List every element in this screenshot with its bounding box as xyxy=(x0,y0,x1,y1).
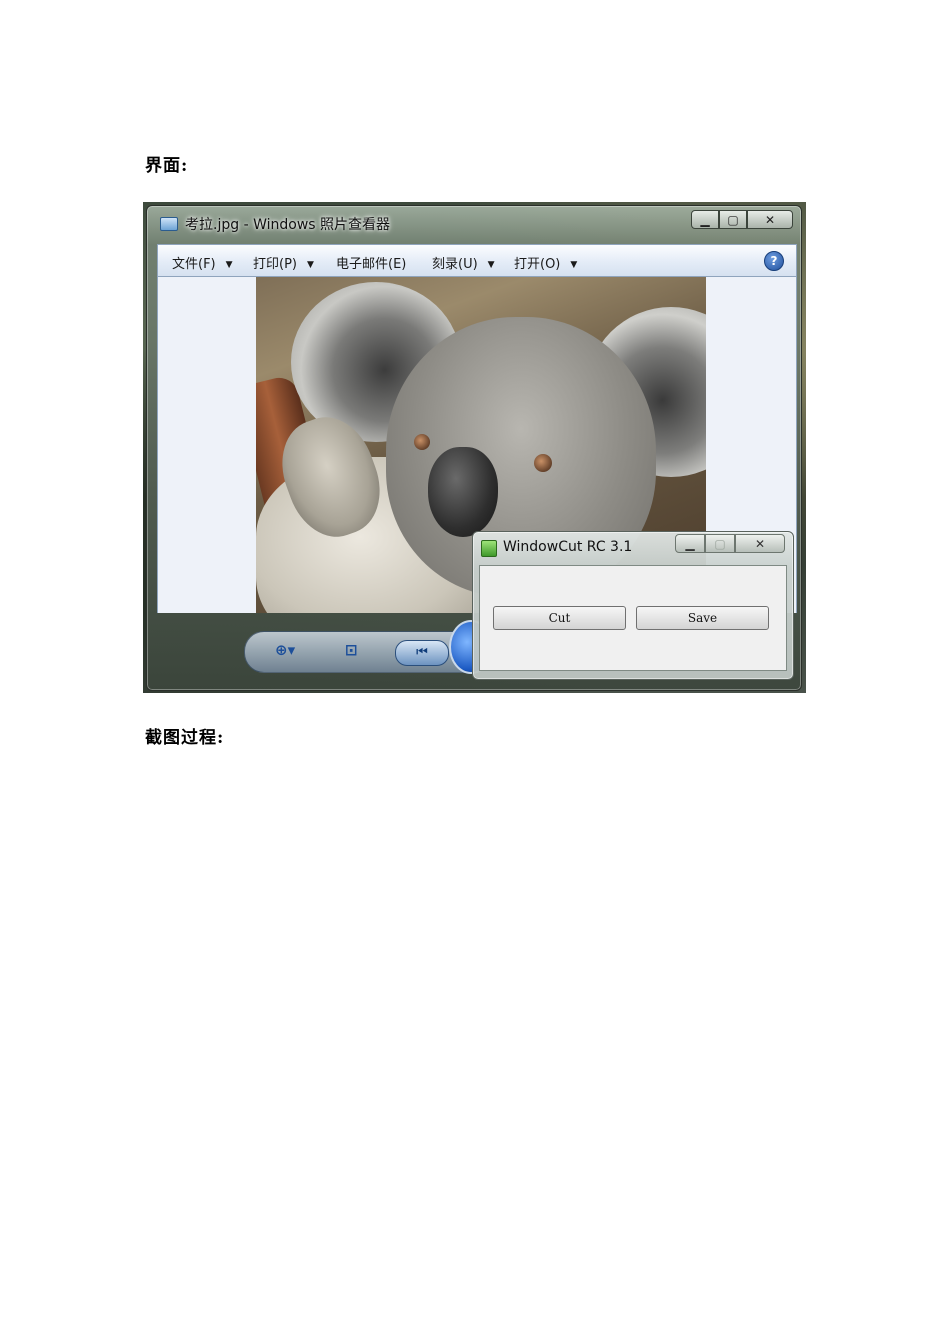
capture-process-heading: 截图过程: xyxy=(145,728,225,748)
save-button[interactable]: Save xyxy=(636,606,769,630)
chevron-down-icon: ▼ xyxy=(570,260,578,270)
photo-viewer-app-icon xyxy=(160,217,178,231)
interface-heading: 界面: xyxy=(145,156,189,176)
menu-email[interactable]: 电子邮件(E) xyxy=(336,253,406,272)
menu-burn[interactable]: 刻录(U) ▼ xyxy=(432,253,495,272)
help-icon[interactable]: ? xyxy=(764,251,784,271)
cut-button[interactable]: Cut xyxy=(493,606,626,630)
windowcut-maximize-button: ▢ xyxy=(705,534,735,553)
menu-print[interactable]: 打印(P) ▼ xyxy=(253,253,314,272)
windowcut-client-area: Cut Save xyxy=(479,565,787,671)
photo-viewer-caption-buttons: ▁ ▢ ✕ xyxy=(691,210,793,230)
chevron-down-icon: ▼ xyxy=(225,260,233,270)
windowcut-title: WindowCut RC 3.1 xyxy=(503,539,633,555)
chevron-down-icon: ▼ xyxy=(487,260,495,270)
windowcut-caption-buttons: ▁ ▢ ✕ xyxy=(675,534,785,553)
windowcut-app-icon xyxy=(481,540,497,557)
previous-icon[interactable]: ⏮ xyxy=(395,640,449,666)
fit-icon[interactable]: ⊡ xyxy=(345,641,358,659)
minimize-button[interactable]: ▁ xyxy=(691,210,719,229)
screenshot-image: 考拉.jpg - Windows 照片查看器 ▁ ▢ ✕ 文件(F) ▼ 打印(P… xyxy=(143,202,806,693)
menu-file[interactable]: 文件(F) ▼ xyxy=(172,253,233,272)
windowcut-window: WindowCut RC 3.1 ▁ ▢ ✕ Cut Save xyxy=(472,531,794,680)
menu-open[interactable]: 打开(O) ▼ xyxy=(514,253,577,272)
close-button[interactable]: ✕ xyxy=(747,210,793,229)
windowcut-minimize-button[interactable]: ▁ xyxy=(675,534,705,553)
zoom-icon[interactable]: ⊕▾ xyxy=(275,641,295,659)
photo-viewer-title: 考拉.jpg - Windows 照片查看器 xyxy=(185,217,391,233)
maximize-button[interactable]: ▢ xyxy=(719,210,747,229)
photo-viewer-menubar: 文件(F) ▼ 打印(P) ▼ 电子邮件(E) 刻录(U) ▼ 打开(O) ▼ ? xyxy=(157,244,797,277)
windowcut-close-button[interactable]: ✕ xyxy=(735,534,785,553)
chevron-down-icon: ▼ xyxy=(306,260,314,270)
